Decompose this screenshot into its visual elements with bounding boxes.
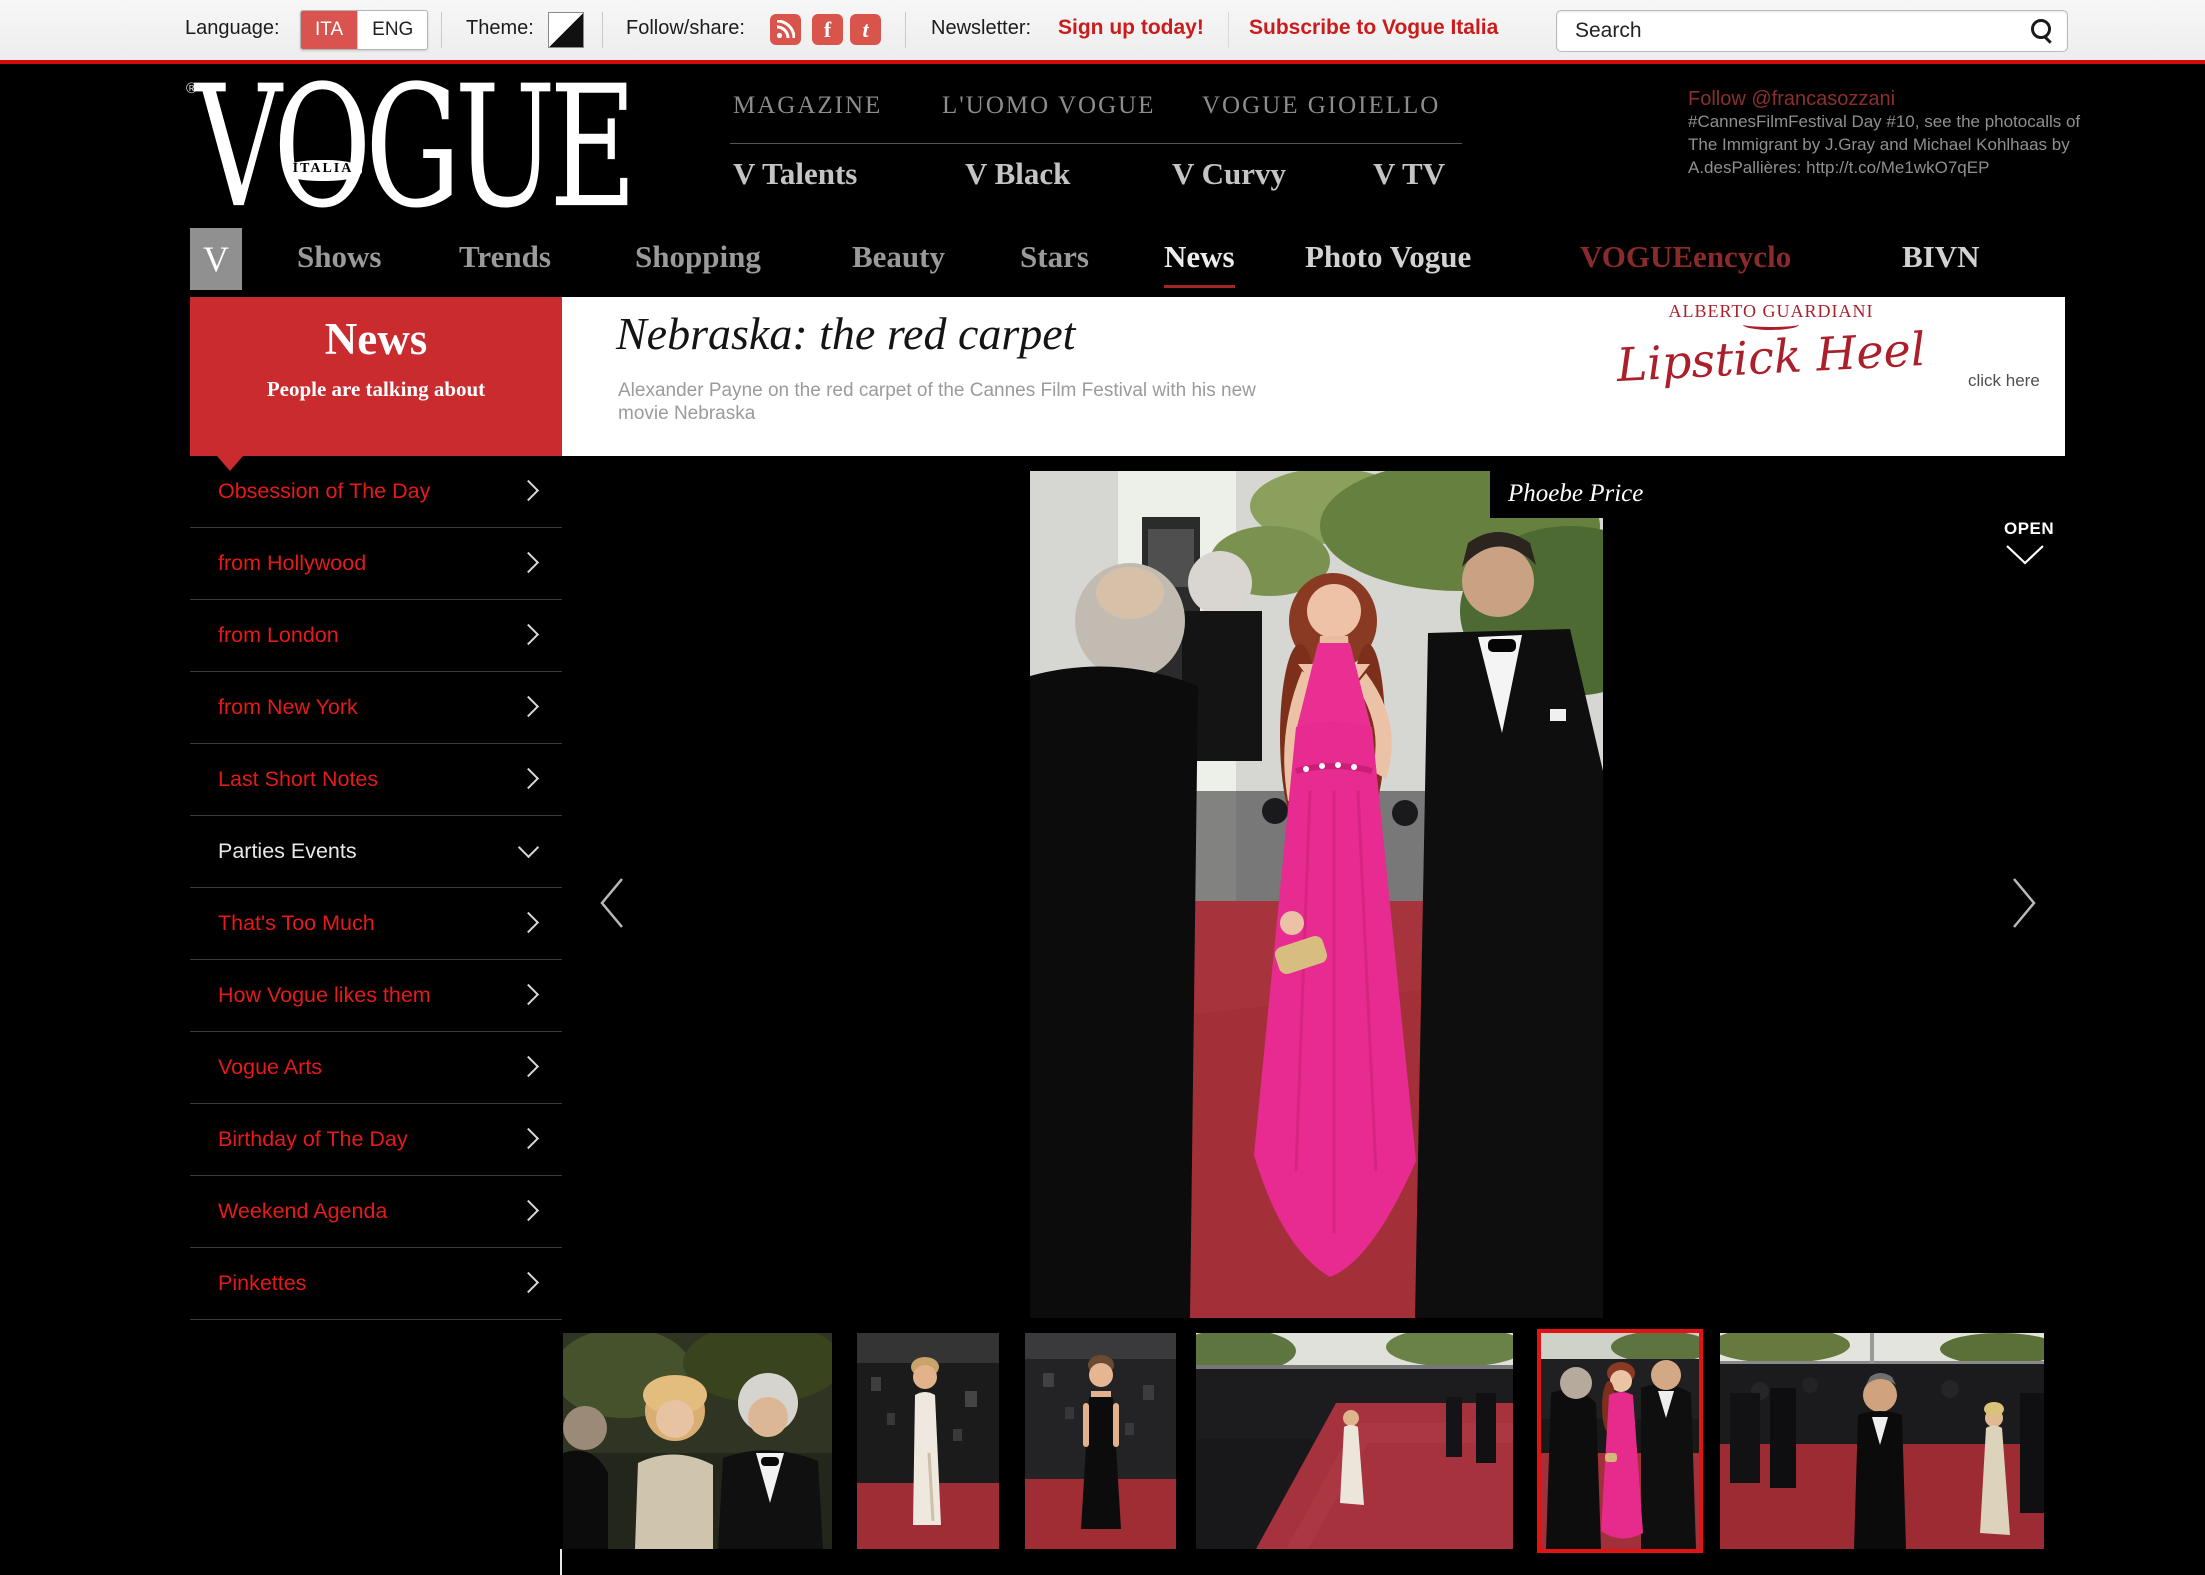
page-bottom-divider [560,1549,562,1575]
chevron-left-icon [598,876,626,930]
sidebar-item-from-hollywood[interactable]: from Hollywood [190,528,562,600]
divider [602,12,603,48]
article-title: Nebraska: the red carpet [616,307,1075,360]
nav-item-vogueencyclo[interactable]: VOGUEencyclo [1580,228,1791,290]
sidebar-item-from-london[interactable]: from London [190,600,562,672]
nav-item-news[interactable]: News [1164,228,1235,290]
nav-item-shopping[interactable]: Shopping [635,228,761,290]
next-arrow[interactable] [2010,876,2038,933]
twitter-follow-link[interactable]: Follow @francasozzani [1688,88,1895,111]
photo-caption: Phoebe Price [1490,471,1696,518]
divider [1228,12,1229,48]
section-title: News [190,313,562,365]
newsletter-signup-link[interactable]: Sign up today! [1058,16,1204,40]
newsletter-label: Newsletter: [931,17,1031,40]
theme-label: Theme: [466,17,534,40]
thumbnail-1[interactable] [563,1333,832,1549]
chevron-right-icon [518,1055,539,1076]
sidebar-item-from-new-york[interactable]: from New York [190,672,562,744]
chevron-right-icon [518,479,539,500]
chevron-right-icon [518,767,539,788]
logo-italia-label: ITALIA [284,161,362,177]
chevron-right-icon [518,695,539,716]
thumbnail-strip [0,1333,2205,1549]
chevron-down-icon [518,836,539,857]
rss-icon[interactable] [770,14,801,45]
chevron-right-icon [2010,876,2038,930]
chevron-right-icon [518,911,539,932]
sidebar-item-parties-events[interactable]: Parties Events [190,816,562,888]
vogue-logo[interactable]: VOGUE [195,64,631,232]
masthead-link-v-tv[interactable]: V TV [1373,156,1445,192]
section-banner: News People are talking about [190,297,562,456]
sidebar-item-birthday-of-the-day[interactable]: Birthday of The Day [190,1104,562,1176]
ad-banner[interactable]: ALBERTO GUARDIANI Lipstick Heel [1611,301,1931,384]
masthead-link-magazine[interactable]: MAGAZINE [733,92,882,120]
sidebar-item-obsession-of-the-day[interactable]: Obsession of The Day [190,456,562,528]
sidebar-item-how-vogue-likes-them[interactable]: How Vogue likes them [190,960,562,1032]
language-label: Language: [185,17,280,40]
masthead-link-vogue-gioiello[interactable]: VOGUE GIOIELLO [1202,92,1440,120]
sidebar-item-last-short-notes[interactable]: Last Short Notes [190,744,562,816]
chevron-right-icon [518,623,539,644]
facebook-icon[interactable]: f [812,14,843,45]
search-icon[interactable] [2031,19,2051,39]
nav-item-stars[interactable]: Stars [1020,228,1089,290]
chevron-right-icon [518,983,539,1004]
section-subtitle: People are talking about [190,377,562,402]
follow-share-label: Follow/share: [626,17,745,40]
subscribe-link[interactable]: Subscribe to Vogue Italia [1249,16,1498,40]
ad-brand-name: ALBERTO GUARDIANI [1611,301,1931,322]
masthead-divider [730,143,1462,144]
nav-item-shows[interactable]: Shows [297,228,381,290]
thumbnail-3[interactable] [1025,1333,1176,1549]
nav-item-bivn[interactable]: BIVN [1902,228,1980,290]
chevron-right-icon [518,1127,539,1148]
language-ita-button[interactable]: ITA [301,11,357,49]
thumbnail-5-selected[interactable] [1541,1333,1699,1549]
chevron-down-icon [2004,543,2046,567]
divider [905,12,906,48]
search-input[interactable] [1573,15,2007,47]
chevron-right-icon [518,1271,539,1292]
main-photo[interactable] [1030,471,1603,1318]
sidebar-item-pinkettes[interactable]: Pinkettes [190,1248,562,1320]
chevron-right-icon [518,551,539,572]
prev-arrow[interactable] [598,876,626,933]
masthead-link-luomo-vogue[interactable]: L'UOMO VOGUE [942,92,1155,120]
language-toggle: ITA ENG [300,10,428,50]
divider [441,12,442,48]
masthead-link-v-talents[interactable]: V Talents [733,156,857,192]
ad-product-name: Lipstick Heel [1610,322,1932,393]
nav-v-tab[interactable]: V [190,228,242,290]
article-subtitle: Alexander Payne on the red carpet of the… [618,379,1268,425]
thumbnail-4[interactable] [1196,1333,1513,1549]
sidebar-item-thats-too-much[interactable]: That's Too Much [190,888,562,960]
sidebar-item-vogue-arts[interactable]: Vogue Arts [190,1032,562,1104]
sidebar-item-weekend-agenda[interactable]: Weekend Agenda [190,1176,562,1248]
theme-toggle-icon[interactable] [548,12,584,48]
thumbnail-6[interactable] [1720,1333,2044,1549]
article-header: Nebraska: the red carpet Alexander Payne… [562,297,2065,456]
thumbnail-2[interactable] [857,1333,999,1549]
news-sidebar: Obsession of The Day from Hollywood from… [190,456,562,1320]
twitter-icon[interactable]: t [850,14,881,45]
ad-click-here-link[interactable]: click here [1968,371,2040,391]
masthead-link-v-curvy[interactable]: V Curvy [1172,156,1286,192]
search-box [1556,10,2068,52]
nav-item-trends[interactable]: Trends [459,228,551,290]
language-eng-button[interactable]: ENG [357,11,427,49]
chevron-right-icon [518,1199,539,1220]
nav-item-beauty[interactable]: Beauty [852,228,945,290]
open-button[interactable]: OPEN [2004,519,2054,567]
tweet-text: #CannesFilmFestival Day #10, see the pho… [1688,110,2088,179]
masthead-link-v-black[interactable]: V Black [965,156,1070,192]
nav-item-photo-vogue[interactable]: Photo Vogue [1305,228,1471,290]
